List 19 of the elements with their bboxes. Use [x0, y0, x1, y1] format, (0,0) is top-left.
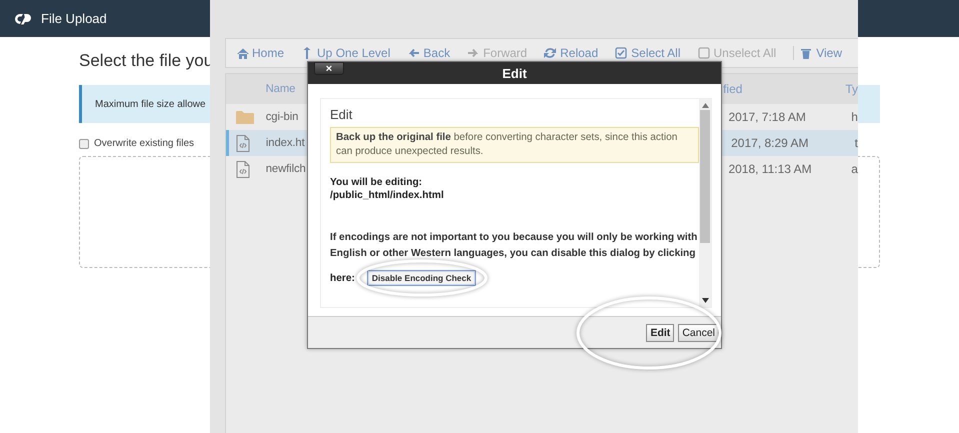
- file-type: t: [854, 136, 858, 150]
- dialog-title: Edit: [502, 66, 527, 80]
- page-title: File Upload: [41, 11, 107, 26]
- notice-text: Maximum file size allowe: [95, 98, 206, 110]
- modified-date: 2018, 11:13 AM: [728, 162, 812, 176]
- file-name: newfilch: [266, 163, 306, 175]
- checkbox-label: Overwrite existing files: [94, 138, 194, 149]
- warning-message: Back up the original file before converting character sets, since this action can produce unexpected results.: [330, 127, 699, 163]
- prompt-text: here:: [330, 272, 355, 284]
- file-name: index.ht: [266, 137, 305, 149]
- modified-date: 2017, 7:18 AM: [728, 110, 806, 124]
- file-type: a: [851, 162, 858, 176]
- file-name: cgi-bin: [266, 111, 298, 123]
- editing-label: You will be editing:: [330, 176, 424, 189]
- file-path: /public_html/index.html: [330, 189, 445, 202]
- modified-date: 2017, 8:29 AM: [731, 136, 809, 150]
- encoding-info: If encodings are not important to you because you will only be working with English or other Western languages, you can disable this dialog by clicking: [330, 231, 698, 261]
- file-type: h: [851, 110, 858, 124]
- section-heading: Edit: [330, 107, 354, 122]
